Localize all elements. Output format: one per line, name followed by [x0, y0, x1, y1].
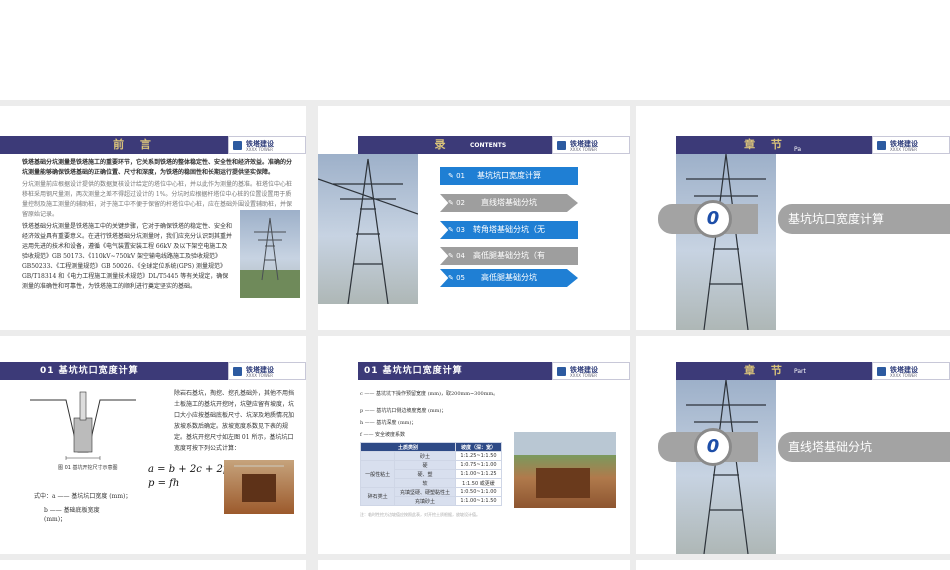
contents-item-3[interactable]: ✎ 03 转角塔基础分坑（无 [440, 221, 578, 239]
excavation-diagram [30, 391, 136, 460]
slope-table: 土质类别 坡度（深：宽） 砂土 1:1.25~1:1.50 一般性粘土硬 1:0.75… [359, 442, 503, 506]
section-band-right: 基坑坑口宽度计算 [778, 204, 950, 234]
section-title: 章 节 [744, 364, 788, 377]
pencil-icon: ✎ 02 [448, 199, 465, 207]
tower-photo [676, 154, 776, 330]
pencil-icon: ✎ 01 [448, 172, 465, 180]
contents-item-4[interactable]: ✎ 04 高低腿基础分坑（有 [440, 247, 578, 265]
slide-title: 录 [434, 138, 452, 151]
pencil-icon: ✎ 05 [448, 274, 465, 282]
section-number: 0 [694, 200, 732, 238]
formula-p: p = fh [148, 478, 180, 489]
excavation-photo [514, 432, 616, 508]
slide-thumbnail-2[interactable]: 录 CONTENTS 铁塔建设 XXXX TOWER ✎ 01 基坑坑口宽度计算 ✎… [318, 106, 630, 330]
formula-a: a = b + 2c + 2p [148, 464, 230, 475]
company-logo: 铁塔建设 XXXX TOWER [552, 136, 630, 154]
intro-paragraph-1: 铁塔基础分坑测量是铁塔施工的重要环节，它关系到铁塔的整体稳定性、安全性和经济效益… [22, 159, 293, 176]
slide-thumbnail-5[interactable]: 01 基坑坑口宽度计算 铁塔建设 XXXX TOWER c —— 基坑坑下操作预留… [318, 336, 630, 554]
table-note: 注：临时性挖方边坡值应按照此表，对开挖土质根据，放坡设计值。 [360, 512, 480, 517]
slide-thumbnail-9[interactable] [636, 560, 950, 570]
section-title: 章 节 [744, 138, 788, 151]
def-h: h —— 基坑深度 (mm)； [360, 420, 417, 426]
where-b-unit: (mm)； [44, 516, 67, 523]
slide-thumbnail-8[interactable] [318, 560, 630, 570]
slide-title: 01 基坑坑口宽度计算 [40, 366, 139, 376]
slide-thumbnail-3[interactable]: 章 节 Pa 铁塔建设 XXXX TOWER 基坑坑口宽度计算 0 [636, 106, 950, 330]
contents-item-1[interactable]: ✎ 01 基坑坑口宽度计算 [440, 167, 578, 185]
company-logo: 铁塔建设 XXXX TOWER [228, 136, 306, 154]
slide-title: 前 言 [113, 138, 157, 151]
contents-item-5[interactable]: ✎ 05 高低腿基础分坑 [440, 269, 578, 287]
part-label: Part [794, 368, 806, 375]
company-logo: 铁塔建设 XXXX TOWER [228, 362, 306, 380]
section-number: 0 [694, 428, 732, 466]
tower-photo [240, 210, 300, 298]
intro-paragraph-3: 铁塔基础分坑测量是铁塔施工中的关键步骤，它对于确保铁塔的稳定性、安全和经济效益具… [22, 223, 233, 290]
top-blank-area [0, 0, 950, 100]
part-label: Pa [794, 146, 802, 153]
slide-thumbnail-4[interactable]: 01 基坑坑口宽度计算 铁塔建设 XXXX TOWER 图 01 基坑开挖尺寸示意… [0, 336, 306, 554]
contents-item-2[interactable]: ✎ 02 直线塔基础分坑 [440, 194, 578, 212]
pencil-icon: ✎ 04 [448, 252, 465, 260]
slide-thumbnail-7[interactable] [0, 560, 306, 570]
tower-photo [318, 154, 418, 304]
company-logo: 铁塔建设 XXXX TOWER [872, 136, 950, 154]
table-header-cell: 土质类别 [360, 442, 456, 452]
table-header-cell: 坡度（深：宽） [454, 442, 503, 452]
slide-title: 01 基坑坑口宽度计算 [364, 366, 463, 376]
pencil-icon: ✎ 03 [448, 226, 465, 234]
def-f: f —— 安全坡度系数 [360, 432, 406, 438]
figure-caption: 图 01 基坑开挖尺寸示意图 [58, 465, 118, 471]
tower-photo [676, 380, 776, 554]
where-a: 式中：a —— 基坑坑口宽度 (mm)； [34, 493, 132, 500]
section-band-right: 直线塔基础分坑 [778, 432, 950, 462]
slide-thumbnail-6[interactable]: 章 节 Part 铁塔建设 XXXX TOWER 直线塔基础分坑 0 [636, 336, 950, 554]
contents-subtitle: CONTENTS [470, 142, 507, 149]
pit-photo [224, 460, 294, 514]
def-p: p —— 基坑坑口侧边坡度宽度 (mm)； [360, 408, 447, 414]
company-logo: 铁塔建设 XXXX TOWER [872, 362, 950, 380]
explanation-text: 除岩石基坑，掏挖、挖孔基础外，其他不用挡土板施工的基坑开挖时，坑壁应留有坡度，坑… [174, 390, 295, 452]
slide-thumbnail-1[interactable]: 前 言 铁塔建设 XXXX TOWER 铁塔基础分坑测量是铁塔施工的重要环节，它关… [0, 106, 306, 330]
def-c: c —— 基坑坑下操作预留宽度 (mm)，取200mm~300mm。 [360, 391, 499, 397]
company-logo: 铁塔建设 XXXX TOWER [552, 362, 630, 380]
